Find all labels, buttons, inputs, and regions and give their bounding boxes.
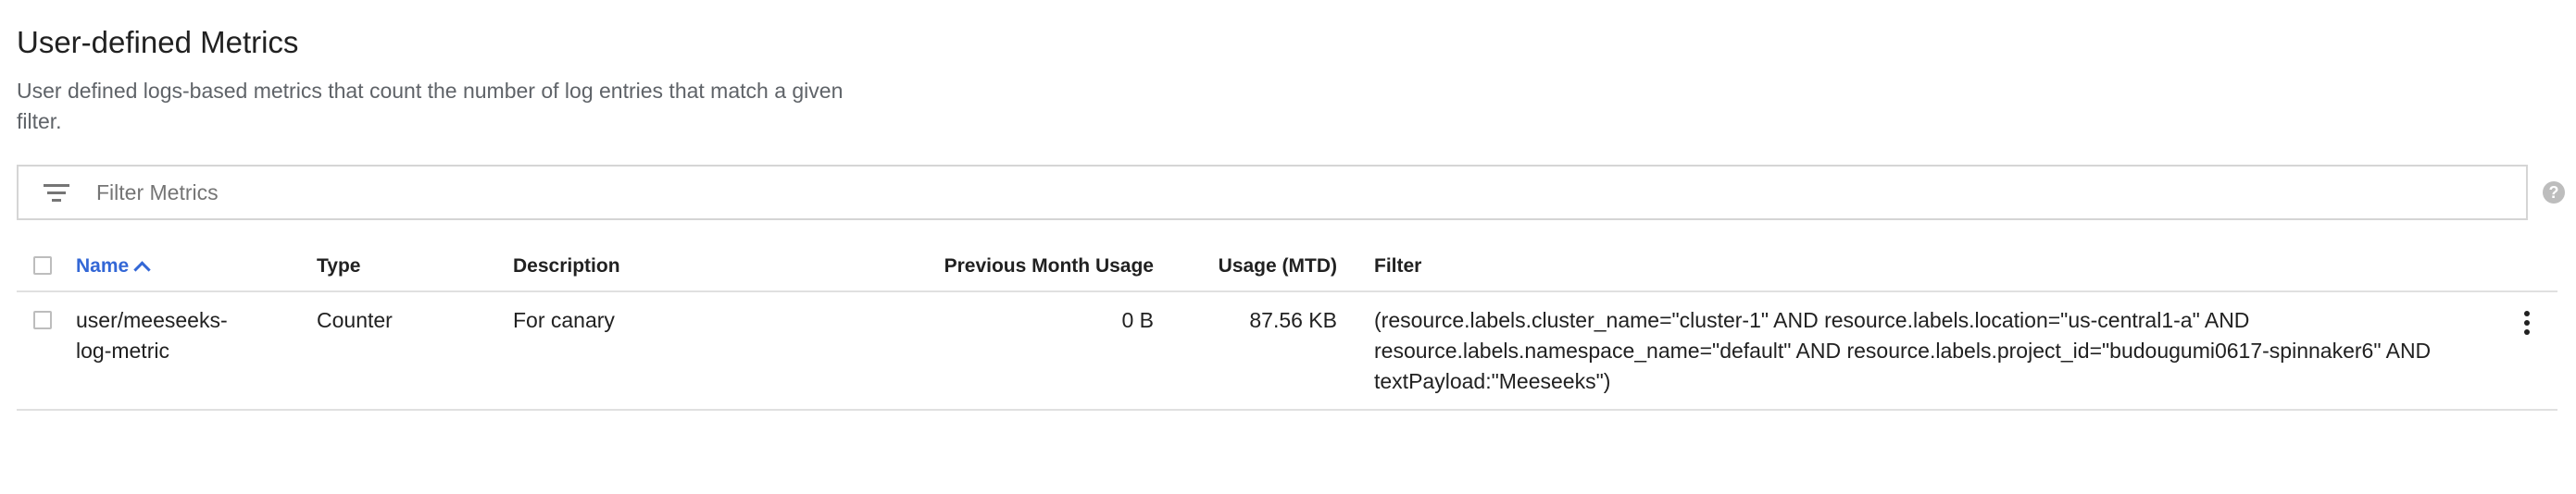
sort-ascending-icon bbox=[133, 261, 151, 278]
metric-previous-month-usage: 0 B bbox=[1121, 308, 1154, 332]
more-vert-icon[interactable] bbox=[2524, 311, 2530, 335]
column-header-description[interactable]: Description bbox=[513, 254, 620, 278]
metric-name[interactable]: user/meeseeks-log-metric bbox=[76, 305, 261, 366]
page-description: User defined logs-based metrics that cou… bbox=[17, 79, 844, 133]
row-select-checkbox[interactable] bbox=[33, 311, 52, 329]
help-icon[interactable]: ? bbox=[2543, 181, 2565, 204]
select-all-checkbox[interactable] bbox=[33, 256, 52, 275]
user-defined-metrics-page: User-defined Metrics User defined logs-b… bbox=[0, 0, 2576, 494]
column-header-type[interactable]: Type bbox=[317, 254, 360, 278]
filter-list-icon bbox=[43, 182, 70, 204]
column-header-previous-month-usage[interactable]: Previous Month Usage bbox=[907, 254, 1154, 278]
table-row[interactable]: user/meeseeks-log-metric Counter For can… bbox=[17, 292, 2557, 411]
metric-description: For canary bbox=[513, 308, 615, 332]
metric-type: Counter bbox=[317, 308, 393, 332]
column-header-name[interactable]: Name bbox=[76, 254, 151, 278]
column-header-usage-mtd[interactable]: Usage (MTD) bbox=[1170, 254, 1337, 278]
column-header-filter[interactable]: Filter bbox=[1374, 254, 1421, 278]
metric-usage-mtd: 87.56 KB bbox=[1249, 308, 1337, 332]
table-header-row: Name Type Description Previous Month Usa… bbox=[17, 242, 2557, 292]
column-header-name-label: Name bbox=[76, 255, 130, 277]
page-title: User-defined Metrics bbox=[17, 25, 299, 59]
filter-metrics-input[interactable] bbox=[96, 167, 2485, 218]
filter-bar[interactable] bbox=[17, 165, 2528, 220]
metric-filter: (resource.labels.cluster_name="cluster-1… bbox=[1374, 308, 2432, 393]
